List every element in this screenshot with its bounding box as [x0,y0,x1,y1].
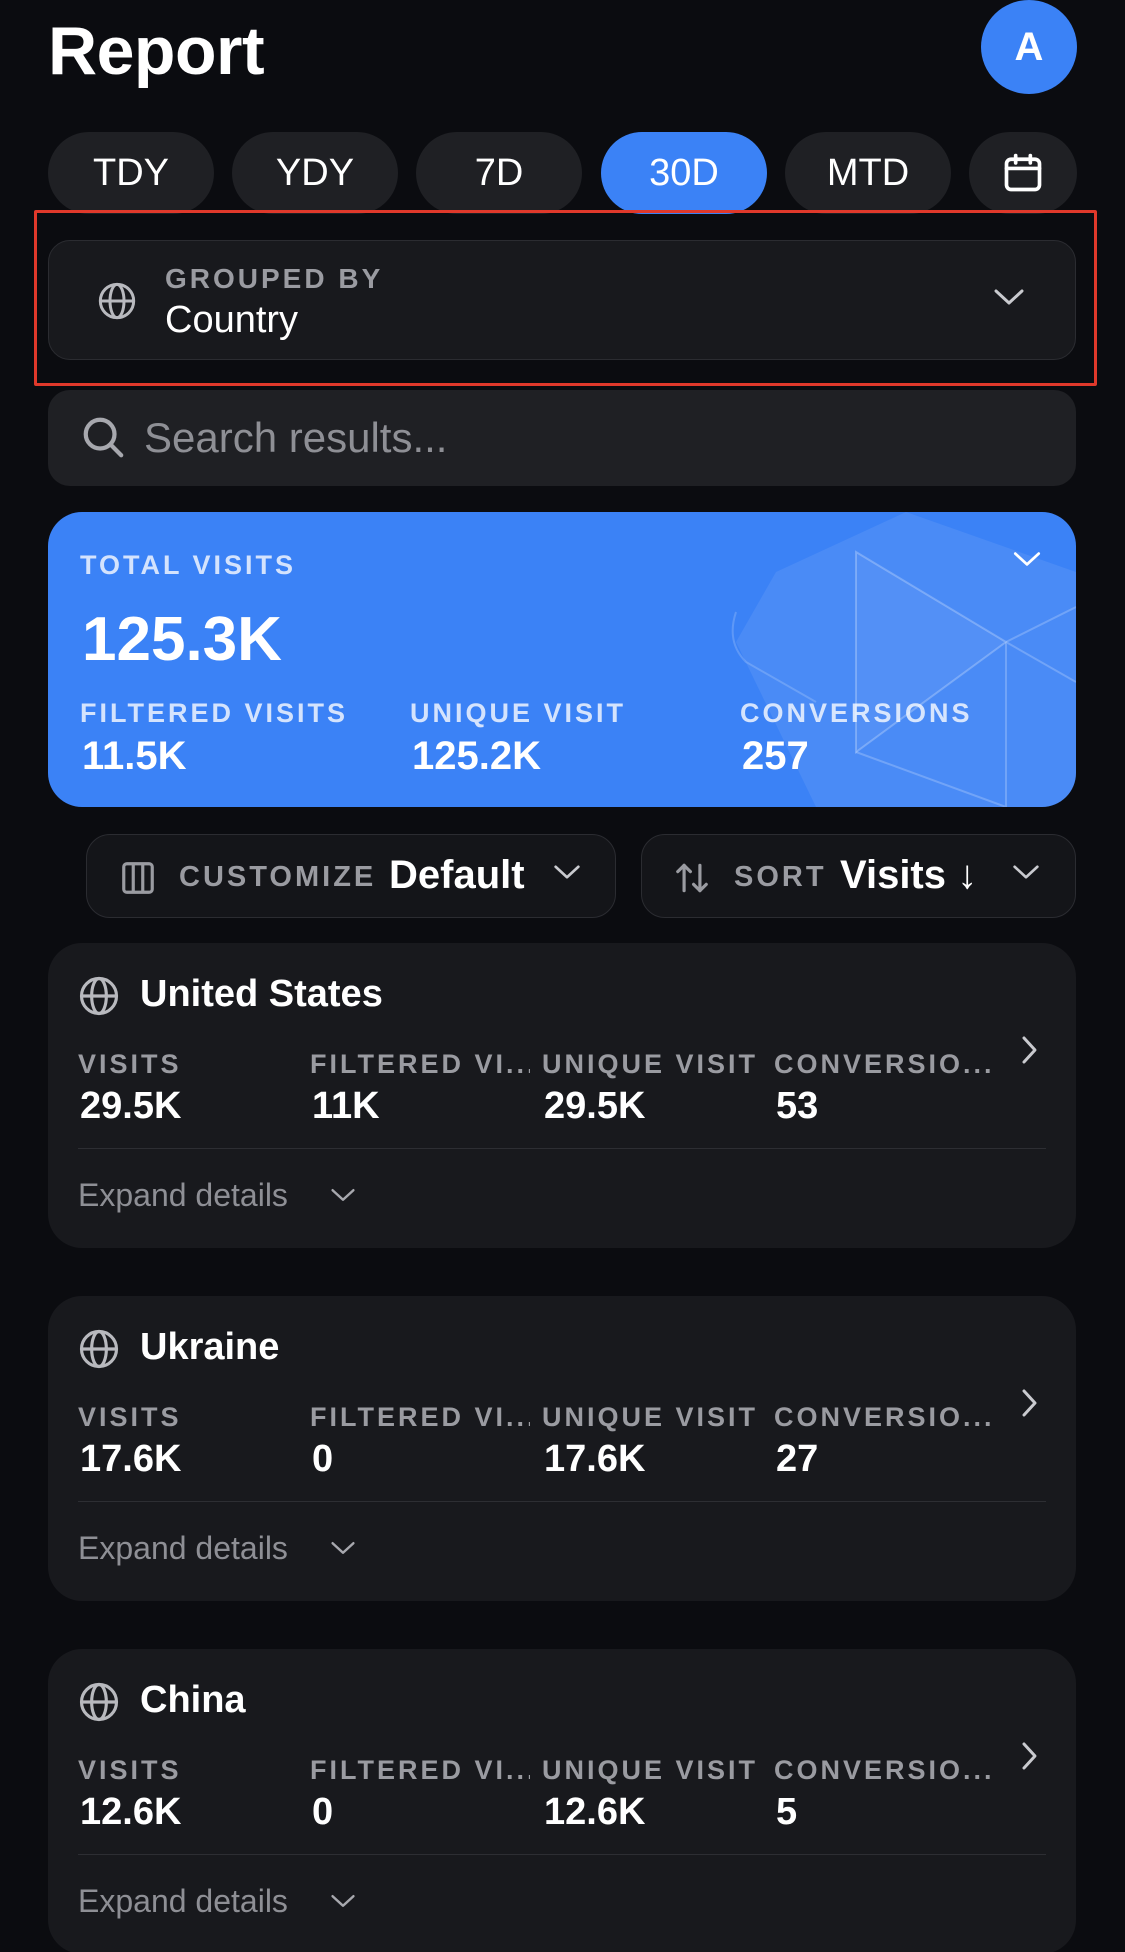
chevron-right-icon[interactable] [1020,1741,1038,1771]
conversions-value: 27 [776,1438,819,1480]
chevron-down-icon[interactable] [1012,550,1042,568]
page-title: Report [48,13,265,89]
columns-icon [122,862,154,894]
chevron-down-icon [331,1189,355,1201]
filtered-visits-value: 0 [312,1791,334,1833]
sort-icon [676,863,708,893]
expand-details-link[interactable]: Expand details [78,1177,288,1214]
conversions-value: 53 [776,1085,819,1127]
total-visits-value: 125.3K [82,605,282,674]
divider [78,1148,1046,1149]
globe-icon [98,282,136,320]
visits-label: VISITS [78,1049,182,1079]
unique-visit-label: UNIQUE VISIT [410,698,627,728]
visits-value: 29.5K [80,1085,182,1127]
chevron-right-icon[interactable] [1020,1035,1038,1065]
unique-visit-value: 17.6K [544,1438,646,1480]
globe-icon [79,1682,119,1722]
country-name: United States [140,973,383,1015]
chevron-down-icon [331,1542,355,1554]
grouped-by-value: Country [165,299,299,341]
tab-7d[interactable]: 7D [416,132,582,214]
search-bar[interactable] [48,390,1076,486]
chevron-down-icon [331,1895,355,1907]
country-card-united-states[interactable]: United States VISITS 29.5K FILTERED VI..… [48,943,1076,1248]
calendar-icon [1004,153,1042,192]
customize-label: CUSTOMIZE [179,861,377,893]
conversions-value: 5 [776,1791,798,1833]
conversions-label: CONVERSIO... [774,1049,994,1079]
divider [78,1854,1046,1855]
filtered-visits-value: 0 [312,1438,334,1480]
chevron-right-icon[interactable] [1020,1388,1038,1418]
filtered-visits-value: 11.5K [82,734,187,778]
conversions-label: CONVERSIONS [740,698,973,728]
unique-visit-value: 125.2K [412,734,541,778]
customize-value: Default [389,853,525,897]
report-screen: Report A TDY YDY 7D 30D MTD GROUPED BY C… [0,0,1125,1952]
unique-visit-label: UNIQUE VISIT [542,1049,759,1079]
calendar-button[interactable] [969,132,1077,214]
chevron-down-icon [994,289,1024,305]
visits-value: 12.6K [80,1791,182,1833]
sort-value: Visits ↓ [840,853,978,897]
visits-label: VISITS [78,1755,182,1785]
conversions-label: CONVERSIO... [774,1402,994,1432]
unique-visit-value: 29.5K [544,1085,646,1127]
customize-dropdown[interactable]: CUSTOMIZE Default [86,834,616,918]
divider [78,1501,1046,1502]
conversions-label: CONVERSIO... [774,1755,994,1785]
total-visits-card[interactable]: TOTAL VISITS 125.3K FILTERED VISITS 11.5… [48,512,1076,807]
filtered-visits-label: FILTERED VI... [310,1049,530,1079]
filtered-visits-label: FILTERED VISITS [80,698,349,728]
country-name: China [140,1679,246,1721]
visits-value: 17.6K [80,1438,182,1480]
country-card-china[interactable]: China VISITS 12.6K FILTERED VI... 0 UNIQ… [48,1649,1076,1952]
grouped-by-label: GROUPED BY [165,263,384,294]
visits-label: VISITS [78,1402,182,1432]
sort-label: SORT [734,861,827,893]
grouped-by-dropdown[interactable]: GROUPED BY Country [48,240,1076,360]
chevron-down-icon [554,865,580,879]
filtered-visits-label: FILTERED VI... [310,1755,530,1785]
avatar[interactable]: A [981,0,1077,94]
unique-visit-label: UNIQUE VISIT [542,1755,759,1785]
tab-mtd[interactable]: MTD [785,132,951,214]
globe-icon [79,976,119,1016]
expand-details-link[interactable]: Expand details [78,1530,288,1567]
search-icon [83,417,124,458]
country-name: Ukraine [140,1326,280,1368]
country-card-ukraine[interactable]: Ukraine VISITS 17.6K FILTERED VI... 0 UN… [48,1296,1076,1601]
conversions-value: 257 [742,734,809,778]
globe-icon [79,1329,119,1369]
unique-visit-label: UNIQUE VISIT [542,1402,759,1432]
filtered-visits-label: FILTERED VI... [310,1402,530,1432]
unique-visit-value: 12.6K [544,1791,646,1833]
expand-details-link[interactable]: Expand details [78,1883,288,1920]
search-input[interactable] [144,408,1024,468]
filtered-visits-value: 11K [312,1085,380,1127]
tab-ydy[interactable]: YDY [232,132,398,214]
tab-30d[interactable]: 30D [601,132,767,214]
total-visits-label: TOTAL VISITS [80,550,297,580]
chevron-down-icon [1013,865,1039,879]
tab-tdy[interactable]: TDY [48,132,214,214]
sort-dropdown[interactable]: SORT Visits ↓ [641,834,1076,918]
